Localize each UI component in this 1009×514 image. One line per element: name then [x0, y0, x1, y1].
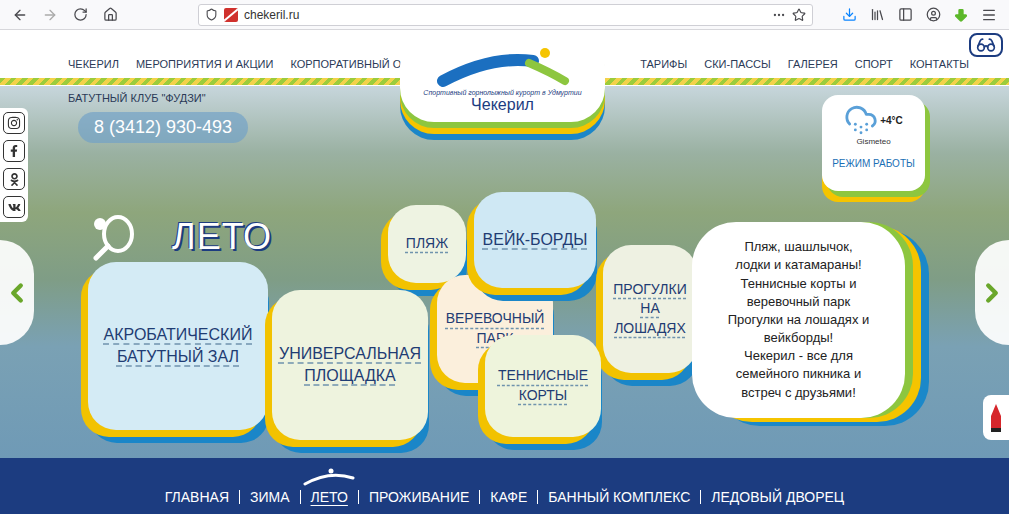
promo-line: лодки и катамараны! — [735, 256, 861, 274]
promo-line: Пляж, шашлычок, — [744, 238, 852, 256]
nav-item[interactable]: СПОРТ — [855, 58, 893, 70]
bottom-nav-item[interactable]: ЗИМА — [240, 490, 301, 504]
forward-icon[interactable] — [38, 3, 62, 27]
instagram-icon[interactable] — [3, 112, 25, 134]
chevron-right-icon — [977, 278, 1007, 308]
activity-tile[interactable]: ВЕЙК-БОРДЫ — [474, 192, 596, 288]
shield-icon[interactable] — [205, 8, 218, 21]
nav-item[interactable]: МЕРОПРИЯТИЯ И АКЦИИ — [136, 58, 274, 70]
promo-line: Прогулки на лошадях и — [728, 311, 870, 329]
social-panel — [0, 108, 28, 222]
bottom-nav-item[interactable]: КАФЕ — [480, 490, 538, 504]
site-icon — [224, 8, 238, 22]
logo-brush-icon — [433, 45, 573, 89]
bottom-nav-item[interactable]: ЛЕДОВЫЙ ДВОРЕЦ — [701, 490, 854, 504]
activity-tile[interactable]: ТЕННИСНЫЕ КОРТЫ — [485, 335, 601, 437]
working-hours-link[interactable]: РЕЖИМ РАБОТЫ — [832, 158, 915, 169]
odnoklassniki-icon[interactable] — [3, 168, 25, 190]
url-field[interactable]: chekeril.ru — [198, 4, 813, 26]
facebook-icon[interactable] — [3, 140, 25, 162]
library-icon[interactable] — [865, 3, 889, 27]
accessibility-button[interactable] — [969, 33, 1003, 57]
club-link[interactable]: БАТУТНЫЙ КЛУБ "ФУДЗИ" — [68, 92, 206, 104]
activity-tile[interactable]: УНИВЕРСАЛЬНАЯ ПЛОЩАДКА — [272, 290, 428, 440]
more-icon[interactable] — [772, 8, 786, 22]
download-icon[interactable] — [837, 3, 861, 27]
prev-button[interactable] — [0, 240, 34, 345]
activity-tile[interactable]: АКРОБАТИЧЕСКИЙ БАТУТНЫЙ ЗАЛ — [88, 262, 268, 430]
browser-toolbar: chekeril.ru — [0, 0, 1009, 30]
bottom-nav-item[interactable]: БАННЫЙ КОМПЛЕКС — [538, 490, 701, 504]
tennis-racket-icon — [88, 212, 148, 262]
bottom-nav-item[interactable]: ЛЕТО — [301, 490, 359, 504]
phone[interactable]: 8 (3412) 930-493 — [78, 112, 248, 143]
vk-icon[interactable] — [3, 196, 25, 218]
nav-item[interactable]: ЧЕКЕРИЛ — [68, 58, 119, 70]
nav-right: ТАРИФЫ СКИ-ПАССЫ ГАЛЕРЕЯ СПОРТ КОНТАКТЫ — [640, 58, 969, 70]
bottom-nav-item[interactable]: ПРОЖИВАНИЕ — [359, 490, 480, 504]
promo-line: вейкборды! — [764, 329, 833, 347]
bottom-nav-item[interactable]: ГЛАВНАЯ — [155, 490, 240, 504]
cloud-snow-icon — [844, 103, 878, 137]
weather-widget[interactable]: +4°C Gismeteo РЕЖИМ РАБОТЫ — [822, 95, 925, 191]
nav-item[interactable]: СКИ-ПАССЫ — [704, 58, 771, 70]
chevron-left-icon — [2, 278, 32, 308]
menu-icon[interactable] — [977, 3, 1001, 27]
site: ЧЕКЕРИЛМЕРОПРИЯТИЯ И АКЦИИКОРПОРАТИВНЫЙ … — [0, 30, 1009, 514]
sidebar-icon[interactable] — [893, 3, 917, 27]
temperature: +4°C — [880, 115, 903, 126]
back-icon[interactable] — [8, 3, 32, 27]
activity-tile[interactable]: ПРОГУЛКИ НА ЛОШАДЯХ — [603, 245, 697, 373]
home-icon[interactable] — [98, 3, 122, 27]
promo-line: Теннисные корты и — [740, 275, 856, 293]
activities: ЛЕТОПЛЯЖВЕРЕВОЧНЫЙ ПАРКВЕЙК-БОРДЫАКРОБАТ… — [0, 186, 1009, 458]
feedback-button[interactable] — [983, 395, 1009, 440]
logo-subtitle: Спортивный горнолыжный курорт в Удмуртии — [423, 89, 581, 96]
logo-title: Чекерил — [471, 96, 534, 114]
promo-line: семейного пикника и — [736, 365, 861, 383]
hero: БАТУТНЫЙ КЛУБ "ФУДЗИ" 8 (3412) 930-493 +4°… — [0, 86, 1009, 458]
nav-item[interactable]: КОНТАКТЫ — [910, 58, 969, 70]
ski-jumper-icon — [301, 468, 357, 486]
promo-card: Пляж, шашлычок,лодки и катамараны!Теннис… — [692, 222, 905, 418]
logo[interactable]: Спортивный горнолыжный курорт в Удмуртии… — [400, 32, 605, 122]
browser-window: chekeril.ruЧЕКЕРИЛМЕРОПРИЯТИЯ И АКЦИИКОР… — [0, 0, 1009, 514]
glasses-icon — [976, 35, 996, 55]
url-text[interactable]: chekeril.ru — [244, 8, 766, 22]
section-title: ЛЕТО — [172, 216, 272, 258]
weather-source[interactable]: Gismeteo — [856, 137, 890, 146]
bottom-nav: ГЛАВНАЯЗИМАЛЕТОПРОЖИВАНИЕКАФЕБАННЫЙ КОМП… — [0, 458, 1009, 514]
reload-icon[interactable] — [68, 3, 92, 27]
promo-line: встреч с друзьями! — [741, 384, 856, 402]
star-icon[interactable] — [792, 8, 806, 22]
nav-item[interactable]: ТАРИФЫ — [640, 58, 687, 70]
nav-item[interactable]: ГАЛЕРЕЯ — [788, 58, 838, 70]
pencil-icon — [989, 402, 1003, 434]
account-icon[interactable] — [921, 3, 945, 27]
nav-left: ЧЕКЕРИЛМЕРОПРИЯТИЯ И АКЦИИКОРПОРАТИВНЫЙ … — [68, 58, 432, 70]
promo-line: веревочный парк — [747, 293, 851, 311]
extension-icon[interactable] — [949, 3, 973, 27]
promo-line: Чекерил - все для — [744, 347, 853, 365]
next-button[interactable] — [975, 240, 1009, 345]
activity-tile[interactable]: ПЛЯЖ — [388, 205, 466, 283]
